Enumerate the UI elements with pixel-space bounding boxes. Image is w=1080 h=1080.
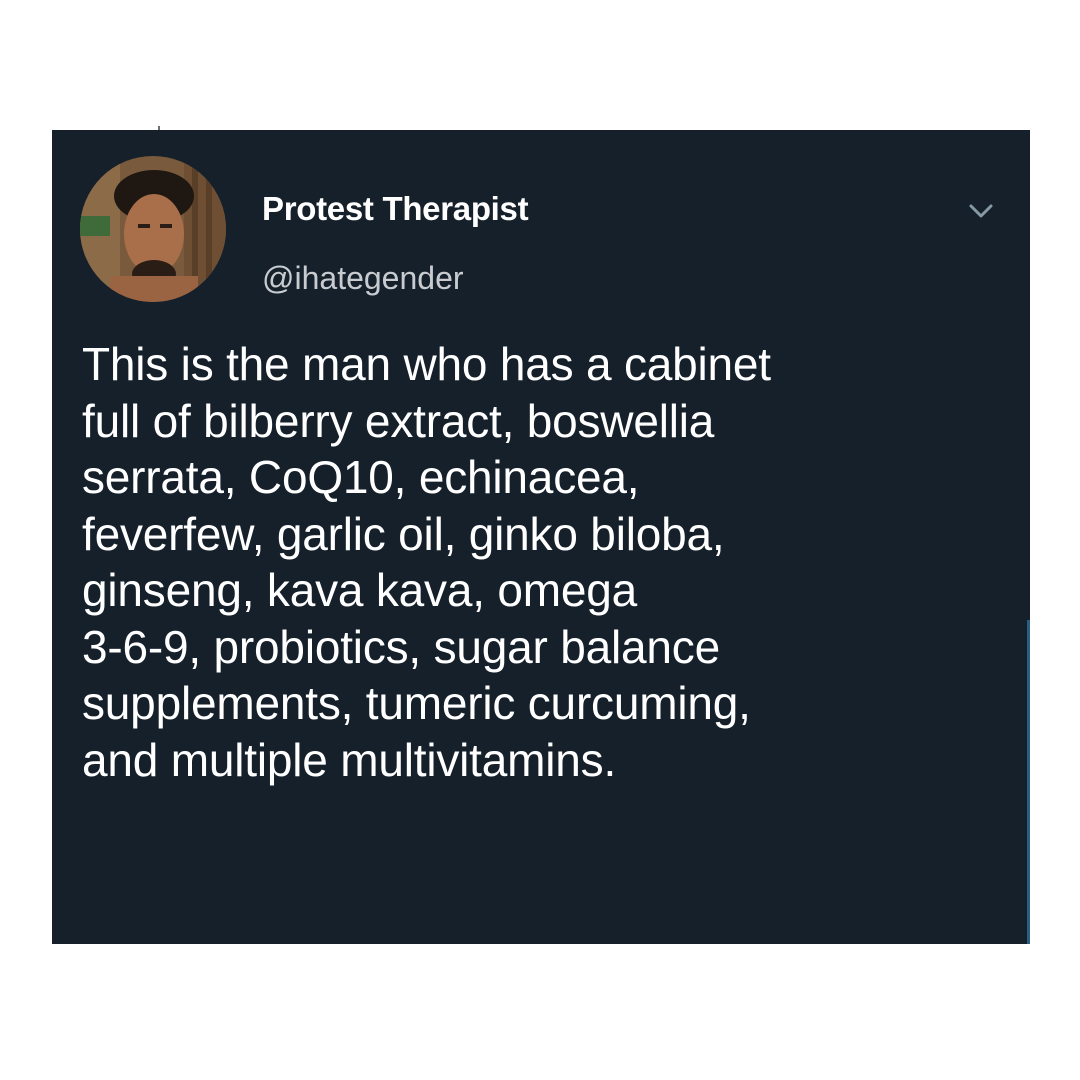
- avatar-image: [80, 156, 226, 302]
- page: Protest Therapist @ihategender This is t…: [0, 0, 1080, 1080]
- card-edge-highlight: [1027, 620, 1030, 944]
- chevron-down-icon[interactable]: [964, 194, 998, 228]
- tweet-text-line: and multiple multivitamins.: [82, 733, 617, 786]
- avatar[interactable]: [80, 156, 226, 302]
- tweet-text-line: feverfew, garlic oil, ginko biloba,: [82, 507, 725, 560]
- tweet-header: Protest Therapist @ihategender: [80, 156, 1010, 302]
- tweet-text-line: ginseng, kava kava, omega: [82, 564, 638, 616]
- author-display-name[interactable]: Protest Therapist: [262, 190, 529, 228]
- tweet-text-line: full of bilberry extract, boswellia: [82, 394, 715, 447]
- card-top-mark: [158, 126, 160, 130]
- tweet-card[interactable]: Protest Therapist @ihategender This is t…: [52, 126, 1030, 944]
- tweet-text-line: This is the man who has a cabinet: [82, 338, 771, 390]
- tweet-text: This is the man who has a cabinet full o…: [82, 336, 1012, 788]
- tweet-text-line: serrata, CoQ10, echinacea,: [82, 451, 640, 503]
- tweet-text-line: supplements, tumeric curcuming,: [82, 677, 751, 729]
- author-handle[interactable]: @ihategender: [262, 260, 464, 297]
- tweet-text-line: 3-6-9, probiotics, sugar balance: [82, 620, 720, 673]
